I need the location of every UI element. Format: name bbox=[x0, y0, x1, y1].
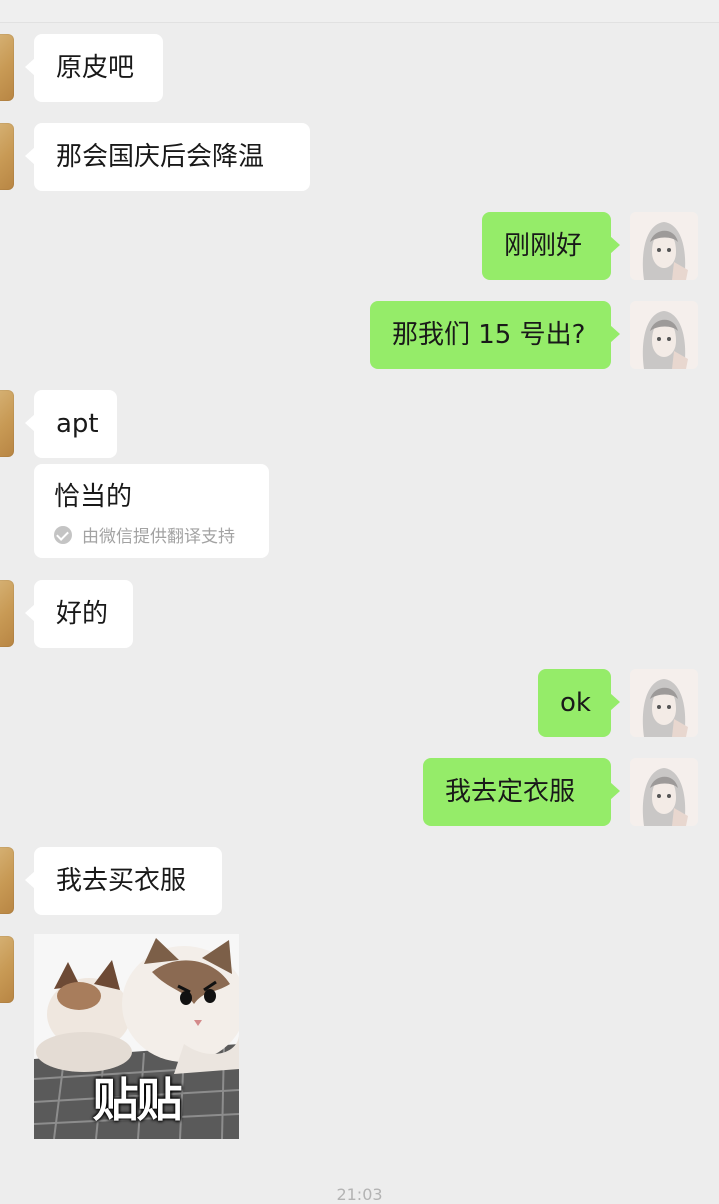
contact-avatar[interactable] bbox=[0, 390, 14, 457]
message-text: 好的 bbox=[56, 599, 109, 629]
message-text: 我去定衣服 bbox=[445, 777, 576, 807]
incoming-bubble[interactable]: apt bbox=[25, 390, 117, 458]
translation-card[interactable]: 恰当的 由微信提供翻译支持 bbox=[34, 464, 269, 558]
anime-girl-avatar-icon bbox=[630, 669, 698, 737]
my-avatar[interactable] bbox=[630, 669, 698, 737]
sticker-caption: 贴贴 bbox=[92, 1073, 183, 1127]
contact-avatar[interactable] bbox=[0, 847, 14, 914]
my-avatar[interactable] bbox=[630, 301, 698, 369]
message-text: 刚刚好 bbox=[504, 231, 583, 261]
check-circle-icon bbox=[54, 525, 72, 544]
anime-girl-avatar-icon bbox=[630, 301, 698, 369]
translation-note: 由微信提供翻译支持 bbox=[54, 522, 249, 547]
incoming-bubble[interactable]: 原皮吧 bbox=[25, 34, 163, 102]
message-text: 原皮吧 bbox=[56, 53, 135, 83]
outgoing-bubble[interactable]: 那我们 15 号出? bbox=[370, 301, 620, 369]
outgoing-bubble[interactable]: 刚刚好 bbox=[482, 212, 620, 280]
contact-avatar[interactable] bbox=[0, 123, 14, 190]
message-text: 我去买衣服 bbox=[56, 866, 187, 896]
translation-provider-text: 由微信提供翻译支持 bbox=[82, 527, 235, 547]
message-text: ok bbox=[560, 688, 591, 718]
top-divider bbox=[0, 0, 719, 23]
my-avatar[interactable] bbox=[630, 758, 698, 826]
anime-girl-avatar-icon bbox=[630, 758, 698, 826]
anime-girl-avatar-icon bbox=[630, 212, 698, 280]
contact-avatar[interactable] bbox=[0, 580, 14, 647]
message-text: 那我们 15 号出? bbox=[392, 320, 586, 350]
incoming-bubble[interactable]: 我去买衣服 bbox=[25, 847, 222, 915]
translation-text: 恰当的 bbox=[54, 482, 133, 512]
incoming-bubble[interactable]: 那会国庆后会降温 bbox=[25, 123, 310, 191]
my-avatar[interactable] bbox=[630, 212, 698, 280]
message-text: apt bbox=[56, 409, 99, 439]
message-text: 那会国庆后会降温 bbox=[56, 142, 265, 172]
contact-avatar[interactable] bbox=[0, 936, 14, 1003]
outgoing-bubble[interactable]: ok bbox=[538, 669, 620, 737]
outgoing-bubble[interactable]: 我去定衣服 bbox=[423, 758, 620, 826]
cat-sticker[interactable]: 贴贴 bbox=[34, 934, 239, 1139]
timestamp: 21:03 bbox=[336, 1185, 383, 1204]
contact-avatar[interactable] bbox=[0, 34, 14, 101]
incoming-bubble[interactable]: 好的 bbox=[25, 580, 133, 648]
